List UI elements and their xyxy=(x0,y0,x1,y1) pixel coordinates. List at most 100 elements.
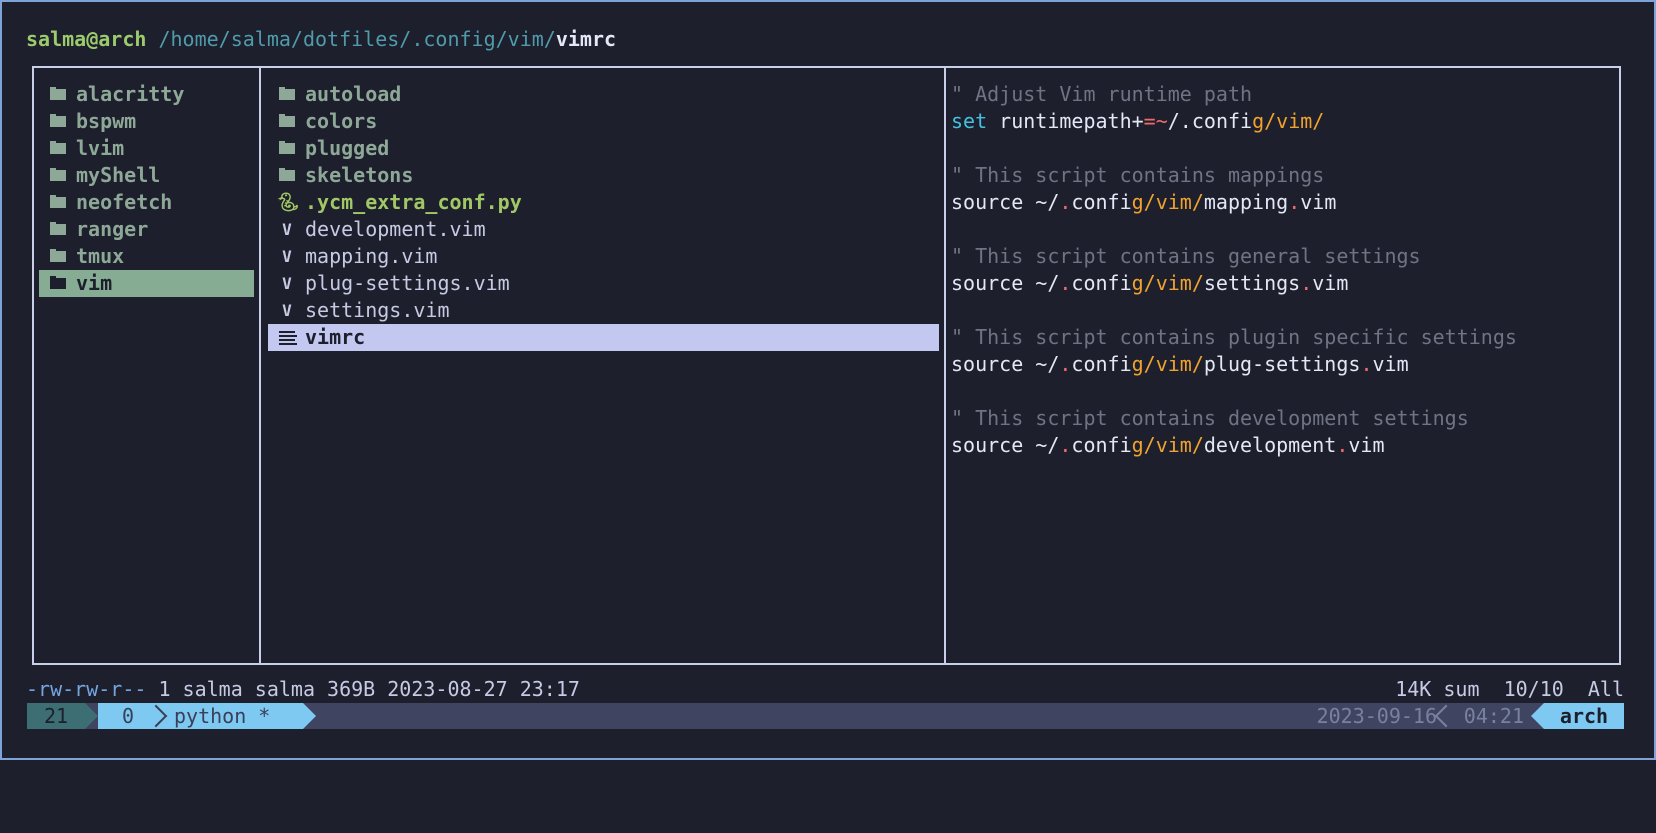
tmux-status-bar: 21 0 python * 2023-09-16 04:21 arch xyxy=(27,703,1624,729)
file-item-plugged[interactable]: plugged xyxy=(277,135,389,162)
pane-divider-left xyxy=(259,66,261,663)
item-label: vimrc xyxy=(305,325,366,349)
folder-icon xyxy=(48,135,68,162)
folder-icon xyxy=(277,135,297,162)
preview-line-14: source ~/.config/vim/development.vim xyxy=(951,432,1385,459)
folder-icon xyxy=(48,243,68,270)
code-operator: . xyxy=(1059,190,1072,214)
powerline-separator xyxy=(303,703,316,729)
code-text: confi xyxy=(1071,190,1132,214)
file-item-autoload[interactable]: autoload xyxy=(277,81,401,108)
pane-divider-right xyxy=(944,66,946,663)
powerline-separator xyxy=(85,703,98,729)
file-item-skeletons[interactable]: skeletons xyxy=(277,162,413,189)
ranger-path-header: salma@arch /home/salma/dotfiles/.config/… xyxy=(26,26,616,53)
item-label: vim xyxy=(76,271,113,295)
folder-icon xyxy=(48,162,68,189)
item-label: colors xyxy=(305,109,378,133)
code-path: g/vim/ xyxy=(1131,190,1204,214)
code-operator: . xyxy=(1059,433,1072,457)
file-item-development-vim[interactable]: Vdevelopment.vim xyxy=(277,216,485,243)
folder-icon xyxy=(277,108,297,135)
code-text: source ~/ xyxy=(951,271,1060,295)
file-item-plug-settings-vim[interactable]: Vplug-settings.vim xyxy=(277,270,510,297)
code-text: vim xyxy=(1300,190,1337,214)
folder-icon xyxy=(277,162,297,189)
preview-line-10: " This script contains plugin specific s… xyxy=(951,324,1517,351)
code-text: source ~/ xyxy=(951,190,1060,214)
preview-line-1: " Adjust Vim runtime path xyxy=(951,81,1252,108)
item-label: plugged xyxy=(305,136,390,160)
code-keyword: set xyxy=(951,109,988,133)
preview-line-2: set runtimepath+=~/.config/vim/ xyxy=(951,108,1324,135)
tmux-hostname: arch xyxy=(1544,703,1624,729)
code-operator: . xyxy=(1059,352,1072,376)
code-comment: " This script contains plugin specific s… xyxy=(951,325,1517,349)
code-text: confi xyxy=(1191,109,1253,133)
parent-item-alacritty[interactable]: alacritty xyxy=(48,81,253,108)
code-text: source ~/ xyxy=(951,433,1060,457)
vim-icon: V xyxy=(282,247,292,266)
code-operator: . xyxy=(1360,352,1373,376)
file-info-status: -rw-rw-r-- 1 salma salma 369B 2023-08-27… xyxy=(26,676,580,703)
parent-item-myshell[interactable]: myShell xyxy=(48,162,253,189)
code-path: g/vim/ xyxy=(1131,271,1204,295)
item-label: mapping.vim xyxy=(305,244,438,268)
chevron-right-icon xyxy=(144,704,168,728)
code-text: runtimepath+ xyxy=(987,109,1144,133)
code-text: mapping xyxy=(1203,190,1289,214)
window-index: 0 xyxy=(122,704,135,728)
file-item-colors[interactable]: colors xyxy=(277,108,377,135)
item-label: plug-settings.vim xyxy=(305,271,510,295)
code-path: g/vim/ xyxy=(1131,352,1204,376)
item-label: ranger xyxy=(76,217,149,241)
item-label: neofetch xyxy=(76,190,173,214)
code-text: confi xyxy=(1071,433,1132,457)
code-comment: " Adjust Vim runtime path xyxy=(951,82,1253,106)
powerline-separator xyxy=(1531,703,1544,729)
parent-item-bspwm[interactable]: bspwm xyxy=(48,108,253,135)
parent-item-tmux[interactable]: tmux xyxy=(48,243,253,270)
vim-icon: V xyxy=(282,220,292,239)
python-icon: 🐍︎ xyxy=(277,192,300,213)
code-text: vim xyxy=(1372,352,1409,376)
folder-icon xyxy=(48,108,68,135)
folder-icon xyxy=(48,216,68,243)
item-label: skeletons xyxy=(305,163,414,187)
file-item-ycm-extra-conf[interactable]: 🐍︎ .ycm_extra_conf.py xyxy=(277,189,522,216)
code-operator: . xyxy=(1059,271,1072,295)
code-operator: . xyxy=(1336,433,1349,457)
code-text: /. xyxy=(1167,109,1192,133)
item-label: bspwm xyxy=(76,109,137,133)
vim-icon: V xyxy=(282,301,292,320)
tmux-window-tab[interactable]: 0 python * xyxy=(98,703,303,729)
current-path: /home/salma/dotfiles/.config/vim/ xyxy=(146,27,556,51)
file-details: 1 salma salma 369B 2023-08-27 23:17 xyxy=(146,677,580,701)
preview-line-4: " This script contains mappings xyxy=(951,162,1324,189)
code-comment: " This script contains general settings xyxy=(951,244,1421,268)
preview-line-8: source ~/.config/vim/settings.vim xyxy=(951,270,1348,297)
item-label: lvim xyxy=(76,136,125,160)
code-text: settings xyxy=(1203,271,1301,295)
window-name: python * xyxy=(174,704,271,728)
item-label: autoload xyxy=(305,82,402,106)
file-permissions: -rw-rw-r-- xyxy=(26,677,147,701)
item-label: .ycm_extra_conf.py xyxy=(305,190,522,214)
code-comment: " This script contains development setti… xyxy=(951,406,1469,430)
file-item-vimrc-selected[interactable]: vimrc xyxy=(268,324,939,351)
vim-icon: V xyxy=(282,274,292,293)
code-text: vim xyxy=(1348,433,1385,457)
text-file-icon xyxy=(277,324,297,351)
preview-line-13: " This script contains development setti… xyxy=(951,405,1469,432)
parent-item-lvim[interactable]: lvim xyxy=(48,135,253,162)
parent-item-neofetch[interactable]: neofetch xyxy=(48,189,253,216)
item-label: alacritty xyxy=(76,82,185,106)
parent-item-ranger[interactable]: ranger xyxy=(48,216,253,243)
current-file: vimrc xyxy=(555,27,617,51)
tmux-session[interactable]: 21 xyxy=(27,703,85,729)
parent-item-vim-selected[interactable]: vim xyxy=(39,270,254,297)
file-item-settings-vim[interactable]: Vsettings.vim xyxy=(277,297,449,324)
file-item-mapping-vim[interactable]: Vmapping.vim xyxy=(277,243,437,270)
directory-summary: 14K sum 10/10 All xyxy=(1395,677,1624,701)
item-label: myShell xyxy=(76,163,161,187)
